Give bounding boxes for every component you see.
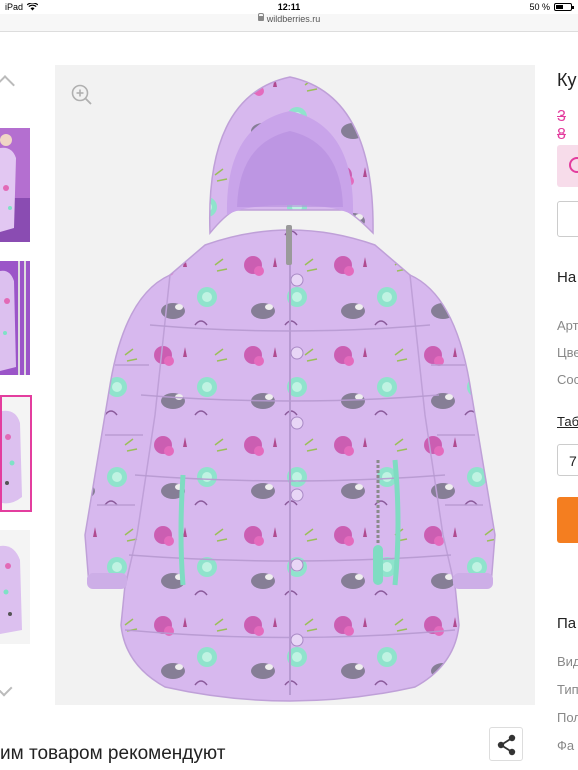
lock-icon (257, 13, 264, 21)
chevron-up-icon[interactable] (0, 75, 15, 95)
attr-label-article: Арт (557, 318, 578, 333)
main-product-image[interactable] (55, 65, 535, 705)
add-to-cart-button[interactable] (557, 497, 578, 543)
param-label-gender: Пол (557, 710, 578, 725)
wishlist-button[interactable] (557, 201, 578, 237)
thumbnail-4[interactable] (0, 530, 30, 644)
ios-status-bar: iPad 12:11 50 % (0, 0, 578, 14)
recommendations-heading: им товаром рекомендуют (0, 743, 226, 764)
zoom-in-icon[interactable] (70, 83, 94, 107)
battery-icon (554, 3, 574, 11)
share-button[interactable] (489, 727, 523, 761)
size-select[interactable]: 7 (557, 444, 578, 476)
attr-label-composition: Сос (557, 372, 578, 387)
status-right: 50 % (529, 2, 574, 12)
section-heading: На (557, 269, 577, 286)
address-bar[interactable]: wildberries.ru (0, 13, 578, 32)
battery-fill (556, 5, 563, 9)
clock-time: 12:11 (277, 2, 301, 12)
thumbnail-1[interactable] (0, 128, 30, 242)
param-label-type: Тип (557, 682, 578, 697)
product-title: Ку (557, 70, 577, 90)
params-heading: Па (557, 615, 577, 632)
old-price: 3 8 (557, 108, 566, 143)
thumbnail-2[interactable] (0, 261, 30, 375)
param-label-style: Фа (557, 738, 575, 753)
coat-illustration (84, 76, 496, 702)
thumbnail-image (0, 128, 30, 242)
thumbnail-image (2, 397, 30, 510)
size-table-link[interactable]: Таб (557, 414, 578, 429)
clock-icon (569, 157, 578, 173)
thumbnail-image (0, 261, 30, 375)
timer-badge (557, 145, 578, 187)
thumbnail-3[interactable] (0, 395, 32, 512)
attr-label-color: Цве (557, 345, 578, 360)
chevron-down-icon[interactable] (0, 679, 13, 697)
battery-percent: 50 % (529, 2, 550, 12)
thumbnail-image (0, 530, 30, 644)
share-icon (497, 734, 516, 756)
size-select-value: 7 (569, 453, 577, 469)
url-text: wildberries.ru (266, 14, 321, 24)
param-label-kind: Вид (557, 654, 578, 669)
